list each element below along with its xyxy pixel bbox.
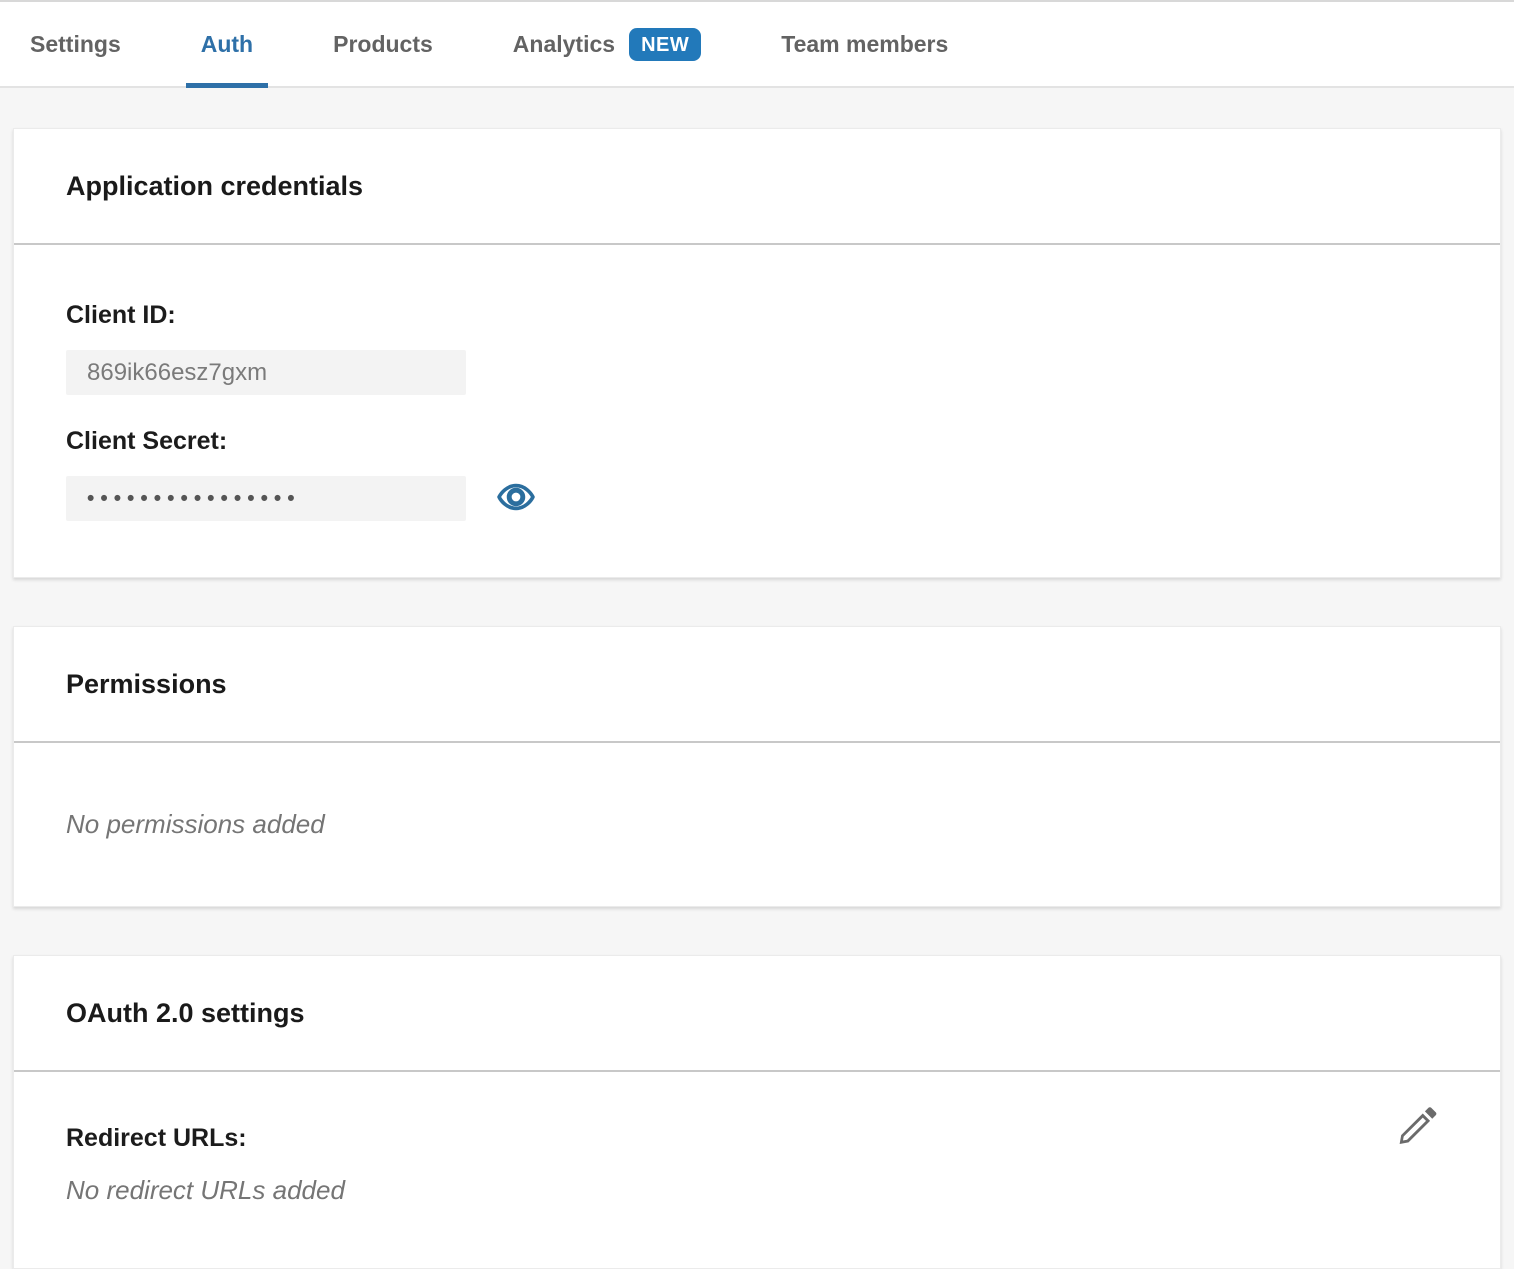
tab-analytics[interactable]: Analytics NEW — [498, 2, 716, 86]
redirect-urls-label: Redirect URLs: — [66, 1124, 1448, 1153]
permissions-header: Permissions — [14, 627, 1500, 743]
client-id-label: Client ID: — [66, 245, 1448, 330]
tab-team-members-label: Team members — [781, 31, 948, 58]
oauth-settings-card: OAuth 2.0 settings Redirect URLs: No red… — [13, 955, 1501, 1269]
tab-analytics-label: Analytics — [513, 31, 615, 58]
client-secret-field[interactable]: •••••••••••••••• — [66, 476, 466, 521]
client-id-field[interactable]: 869ik66esz7gxm — [66, 350, 466, 395]
permissions-body: No permissions added — [14, 743, 1500, 906]
tab-team-members[interactable]: Team members — [766, 2, 963, 86]
application-credentials-card: Application credentials Client ID: 869ik… — [13, 128, 1501, 578]
client-secret-masked-value: •••••••••••••••• — [87, 487, 301, 511]
tab-products[interactable]: Products — [318, 2, 448, 86]
client-secret-label: Client Secret: — [66, 395, 1448, 456]
no-redirect-urls-text: No redirect URLs added — [66, 1175, 1448, 1206]
new-badge: NEW — [629, 28, 701, 61]
application-credentials-title: Application credentials — [66, 171, 363, 202]
oauth-settings-title: OAuth 2.0 settings — [66, 998, 305, 1029]
pencil-icon — [1396, 1103, 1442, 1152]
edit-redirect-urls-button[interactable] — [1396, 1104, 1442, 1150]
no-permissions-text: No permissions added — [66, 809, 1448, 840]
tab-auth-label: Auth — [201, 31, 253, 58]
reveal-secret-button[interactable] — [496, 480, 536, 518]
oauth-settings-body: Redirect URLs: No redirect URLs added — [14, 1072, 1500, 1268]
client-secret-row: •••••••••••••••• — [66, 456, 1448, 521]
tab-products-label: Products — [333, 31, 433, 58]
tab-settings[interactable]: Settings — [15, 2, 136, 86]
tab-settings-label: Settings — [30, 31, 121, 58]
client-id-value: 869ik66esz7gxm — [87, 359, 267, 387]
application-credentials-header: Application credentials — [14, 129, 1500, 245]
oauth-settings-header: OAuth 2.0 settings — [14, 956, 1500, 1072]
permissions-card: Permissions No permissions added — [13, 626, 1501, 907]
eye-icon — [496, 478, 536, 519]
permissions-title: Permissions — [66, 669, 227, 700]
application-credentials-body: Client ID: 869ik66esz7gxm Client Secret:… — [14, 245, 1500, 577]
tab-bar: Settings Auth Products Analytics NEW Tea… — [0, 0, 1514, 88]
tab-auth[interactable]: Auth — [186, 2, 268, 86]
